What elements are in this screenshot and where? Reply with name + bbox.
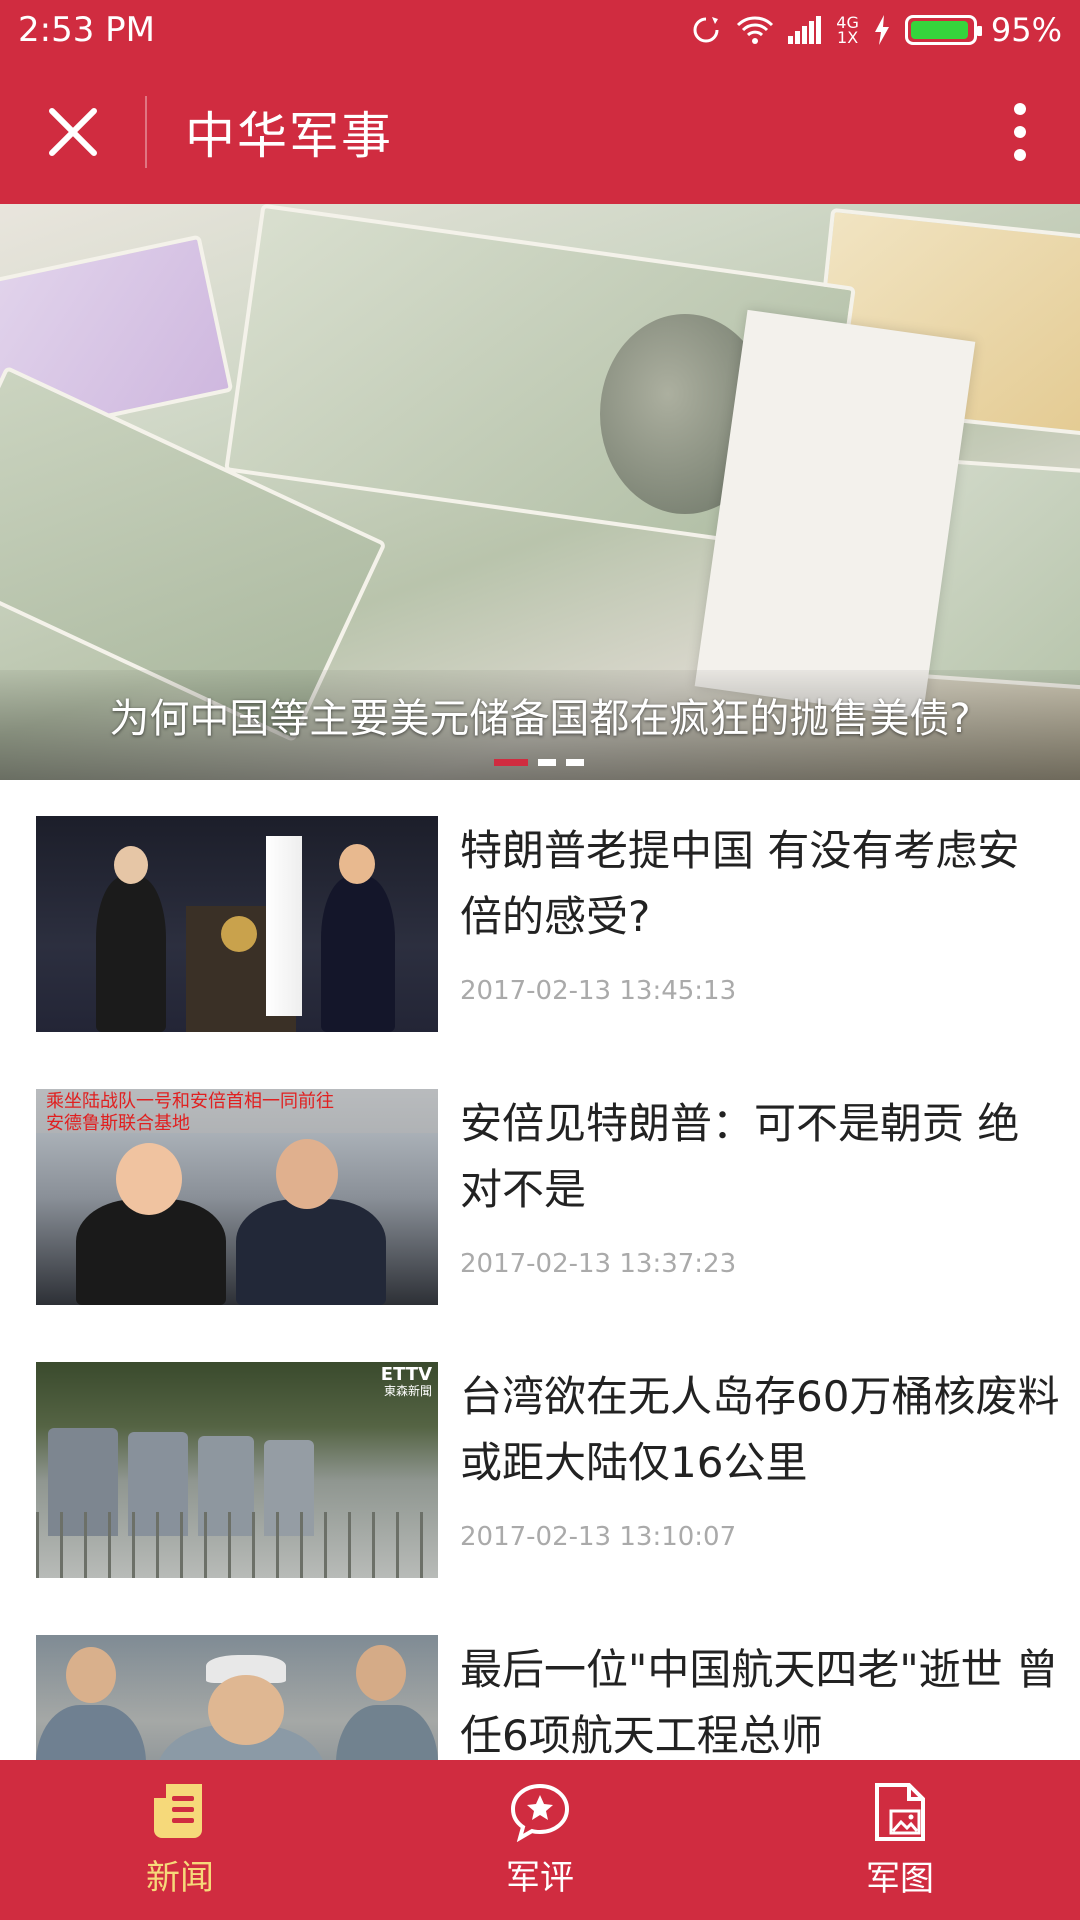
- more-options-button[interactable]: [960, 60, 1080, 204]
- carousel-indicators: [494, 759, 584, 766]
- image-document-icon: [875, 1782, 925, 1841]
- thumb-figure: [36, 1705, 146, 1760]
- nav-images[interactable]: 军图: [720, 1760, 1080, 1920]
- news-title[interactable]: 最后一位"中国航天四老"逝世 曾任6项航天工程总师: [460, 1637, 1060, 1760]
- status-time: 2:53 PM: [18, 10, 155, 50]
- status-bar: 2:53 PM 4G 1X 95%: [0, 0, 1080, 60]
- comment-star-icon: [510, 1783, 570, 1842]
- thumb-figure: [336, 1705, 438, 1760]
- thumb-figure: [96, 876, 166, 1032]
- news-thumbnail[interactable]: [36, 1635, 438, 1760]
- charging-icon: [873, 15, 891, 45]
- thumb-logo-sub: 東森新聞: [383, 1384, 432, 1398]
- thumb-figure-head: [276, 1139, 338, 1209]
- news-time: 2017-02-13 13:10:07: [460, 1522, 737, 1552]
- thumb-figure-head: [116, 1143, 182, 1215]
- battery-fill: [910, 21, 968, 39]
- carousel-dot-2[interactable]: [538, 759, 556, 766]
- news-item[interactable]: 乘坐陆战队一号和安倍首相一同前往 安德鲁斯联合基地 安倍见特朗普：可不是朝贡 绝…: [0, 1053, 1080, 1326]
- wifi-icon: [736, 15, 774, 45]
- close-icon: [48, 108, 97, 156]
- more-vertical-icon: [1014, 103, 1026, 161]
- battery-percent: 95%: [990, 11, 1062, 49]
- banner-carousel[interactable]: 为何中国等主要美元储备国都在疯狂的抛售美债?: [0, 204, 1080, 780]
- app-bar-divider: [145, 96, 147, 168]
- news-thumbnail[interactable]: 乘坐陆战队一号和安倍首相一同前往 安德鲁斯联合基地: [36, 1089, 438, 1305]
- carousel-dot-1[interactable]: [494, 759, 528, 766]
- thumb-fence: [36, 1512, 438, 1578]
- nav-news[interactable]: 新闻: [0, 1760, 360, 1920]
- status-icons: 4G 1X 95%: [690, 11, 1062, 49]
- thumb-figure-head: [66, 1647, 116, 1703]
- thumb-figure-head: [208, 1675, 284, 1745]
- news-time: 2017-02-13 13:37:23: [460, 1249, 737, 1279]
- signal-icon: [788, 16, 822, 44]
- banner-title[interactable]: 为何中国等主要美元储备国都在疯狂的抛售美债?: [0, 686, 1080, 744]
- app-bar: 中华军事: [0, 60, 1080, 204]
- news-thumbnail[interactable]: ETTV 東森新聞: [36, 1362, 438, 1578]
- news-thumbnail[interactable]: [36, 816, 438, 1032]
- close-button[interactable]: [0, 60, 145, 204]
- carousel-dot-3[interactable]: [566, 759, 584, 766]
- sync-icon: [690, 14, 722, 46]
- news-item[interactable]: 最后一位"中国航天四老"逝世 曾任6项航天工程总师: [0, 1599, 1080, 1760]
- network-1x: 1X: [837, 28, 859, 47]
- news-list[interactable]: 特朗普老提中国 有没有考虑安倍的感受? 2017-02-13 13:45:13 …: [0, 780, 1080, 1760]
- network-type: 4G 1X: [836, 15, 859, 47]
- nav-label: 新闻: [146, 1857, 214, 1898]
- nav-label: 军评: [506, 1857, 574, 1898]
- thumb-seal: [221, 916, 257, 952]
- thumb-figure: [321, 876, 395, 1032]
- news-document-icon: [154, 1783, 202, 1838]
- news-time: 2017-02-13 13:45:13: [460, 976, 737, 1006]
- thumb-figure-head: [114, 846, 148, 884]
- news-title[interactable]: 台湾欲在无人岛存60万桶核废料 或距大陆仅16公里: [460, 1364, 1060, 1496]
- news-item[interactable]: 特朗普老提中国 有没有考虑安倍的感受? 2017-02-13 13:45:13: [0, 780, 1080, 1053]
- news-title[interactable]: 特朗普老提中国 有没有考虑安倍的感受?: [460, 818, 1060, 950]
- news-title[interactable]: 安倍见特朗普：可不是朝贡 绝对不是: [460, 1091, 1060, 1223]
- nav-comment[interactable]: 军评: [360, 1760, 720, 1920]
- thumb-figure-head: [339, 844, 375, 884]
- battery-icon: [904, 15, 982, 45]
- thumb-figure-head: [356, 1645, 406, 1701]
- thumb-figure: [236, 1199, 386, 1305]
- thumb-flag: [266, 836, 302, 1016]
- news-item[interactable]: ETTV 東森新聞 台湾欲在无人岛存60万桶核废料 或距大陆仅16公里 2017…: [0, 1326, 1080, 1599]
- bottom-navigation: 新闻 军评 军图: [0, 1760, 1080, 1920]
- nav-label: 军图: [866, 1858, 934, 1899]
- app-title: 中华军事: [185, 107, 393, 165]
- thumb-caption: 安德鲁斯联合基地: [46, 1113, 190, 1134]
